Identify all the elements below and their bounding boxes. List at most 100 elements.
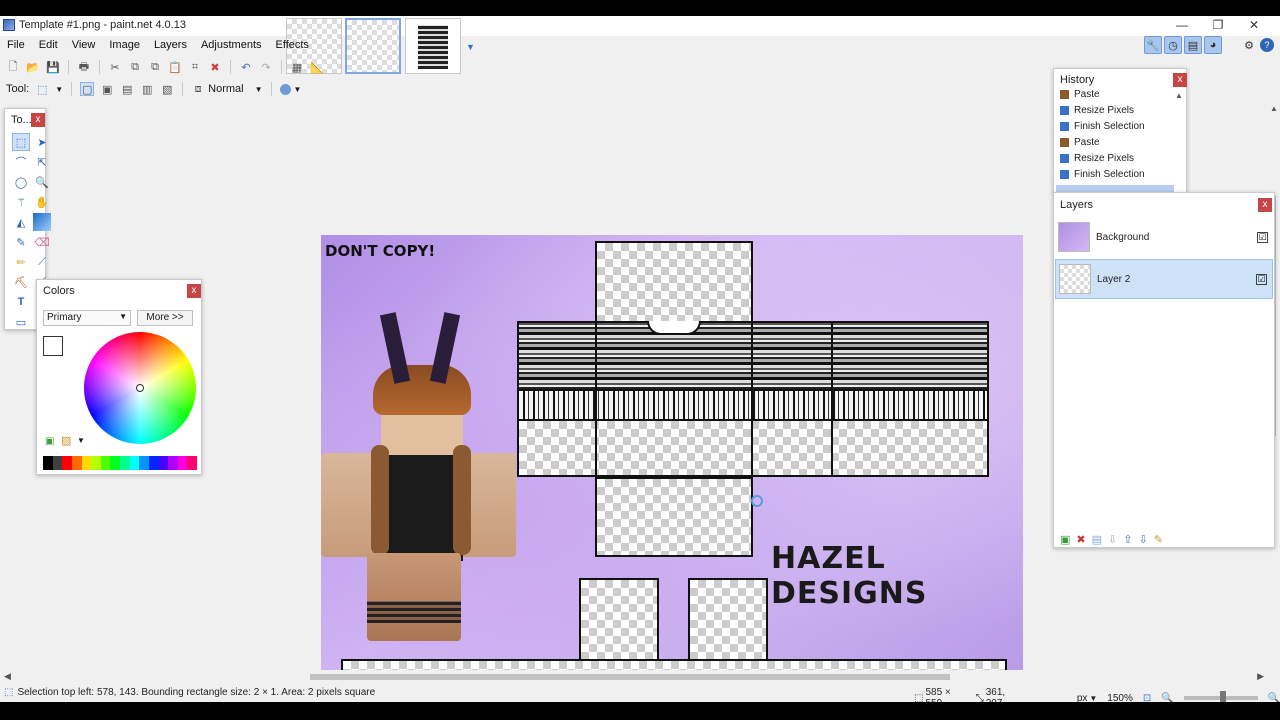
scroll-left-icon[interactable]: ◀ xyxy=(4,671,11,682)
menu-layers[interactable]: Layers xyxy=(147,37,194,55)
image-canvas[interactable]: DON'T COPY! HAZEL DESIGNS xyxy=(321,235,1023,685)
selection-mode-replace-icon[interactable]: ▢ xyxy=(80,82,95,96)
palette-icon[interactable]: ▨ xyxy=(61,434,71,447)
redo-icon[interactable]: ↷ xyxy=(259,60,273,74)
menu-view[interactable]: View xyxy=(65,37,103,55)
image-thumbnail-template[interactable] xyxy=(345,18,401,74)
palette-swatch[interactable] xyxy=(158,456,169,470)
palette-swatch[interactable] xyxy=(43,456,53,470)
crop-icon[interactable]: ⌗ xyxy=(188,60,202,74)
layer-row-layer-2[interactable]: Layer 2 ☑ xyxy=(1055,259,1273,299)
palette-swatch[interactable] xyxy=(168,456,178,470)
move-selection-tool-icon[interactable]: ➤ xyxy=(33,133,51,151)
selection-mode-exclude-icon[interactable]: ▤ xyxy=(120,82,134,96)
minimize-button[interactable]: — xyxy=(1164,17,1200,35)
chevron-down-icon[interactable]: ▼ xyxy=(77,436,85,445)
history-item[interactable]: Paste xyxy=(1060,89,1100,100)
palette-swatch[interactable] xyxy=(177,456,188,470)
cut-icon[interactable]: ✂ xyxy=(108,60,122,74)
zoom-tool-icon[interactable]: 🔍 xyxy=(33,173,51,191)
ellipse-select-tool-icon[interactable]: ◯ xyxy=(12,173,30,191)
chevron-down-icon[interactable]: ▼ xyxy=(55,85,63,94)
colors-window-close-button[interactable]: x xyxy=(187,284,201,298)
thumbnail-dropdown-icon[interactable]: ▼ xyxy=(466,42,475,52)
history-item[interactable]: Resize Pixels xyxy=(1060,105,1134,116)
history-window-close-button[interactable]: x xyxy=(1173,73,1187,87)
color-wheel-picker[interactable] xyxy=(136,384,144,392)
history-window-toggle-icon[interactable]: ◷ xyxy=(1164,36,1182,54)
rectangle-select-icon[interactable]: ⬚ xyxy=(35,82,49,96)
text-tool-icon[interactable]: T xyxy=(12,293,30,311)
shapes-tool-icon[interactable]: ▭ xyxy=(12,313,30,331)
magic-wand-tool-icon[interactable]: ⚚ xyxy=(12,193,30,211)
palette-swatch[interactable] xyxy=(148,456,159,470)
blend-mode-select[interactable]: ⧈ Normal ▼ xyxy=(191,82,263,96)
menu-effects[interactable]: Effects xyxy=(269,37,316,55)
color-palette[interactable] xyxy=(43,456,197,470)
palette-swatch[interactable] xyxy=(71,456,82,470)
layers-window-close-button[interactable]: x xyxy=(1258,198,1272,212)
palette-swatch[interactable] xyxy=(91,456,101,470)
layers-window-toggle-icon[interactable]: ▤ xyxy=(1184,36,1202,54)
tools-window-close-button[interactable]: x xyxy=(31,113,45,127)
tools-window-toggle-icon[interactable]: 🔧 xyxy=(1144,36,1162,54)
pan-tool-icon[interactable]: ✋ xyxy=(33,193,51,211)
color-picker-tool-icon[interactable]: ⟋ xyxy=(33,253,51,271)
selection-mode-union-icon[interactable]: ▣ xyxy=(100,82,114,96)
palette-swatch[interactable] xyxy=(120,456,130,470)
menu-image[interactable]: Image xyxy=(102,37,147,55)
selection-mode-intersect-icon[interactable]: ▥ xyxy=(140,82,154,96)
scroll-right-icon[interactable]: ▶ xyxy=(1257,671,1264,682)
menu-file[interactable]: File xyxy=(0,37,32,55)
paste-icon[interactable]: 📋 xyxy=(168,60,182,74)
lasso-select-tool-icon[interactable]: ⌒ xyxy=(12,153,30,171)
help-icon[interactable]: ? xyxy=(1260,38,1274,52)
history-item[interactable]: Paste xyxy=(1060,137,1100,148)
settings-icon[interactable]: ⚙ xyxy=(1240,36,1258,54)
history-item[interactable]: Finish Selection xyxy=(1060,121,1145,132)
add-color-icon[interactable]: ▣ xyxy=(45,436,54,447)
undo-icon[interactable]: ↶ xyxy=(239,60,253,74)
selection-mode-invert-icon[interactable]: ▧ xyxy=(160,82,174,96)
save-icon[interactable]: 💾 xyxy=(46,60,60,74)
copy-merged-icon[interactable]: ⧉ xyxy=(148,60,162,74)
color-mode-select[interactable]: Primary ▼ xyxy=(43,310,131,326)
layer-row-background[interactable]: Background ☑ xyxy=(1055,217,1273,257)
color-wheel[interactable] xyxy=(84,332,196,444)
palette-swatch[interactable] xyxy=(139,456,149,470)
deselect-icon[interactable]: ✖ xyxy=(208,60,222,74)
zoom-slider-knob[interactable] xyxy=(1219,691,1226,702)
unit-select[interactable]: px xyxy=(1077,693,1088,703)
open-icon[interactable]: 📂 xyxy=(26,60,40,74)
horizontal-scroll-thumb[interactable] xyxy=(310,674,950,680)
layer-visibility-checkbox[interactable]: ☑ xyxy=(1257,231,1268,243)
palette-swatch[interactable] xyxy=(129,456,140,470)
grid-icon[interactable]: ▦ xyxy=(290,60,304,74)
more-colors-button[interactable]: More >> xyxy=(137,310,193,326)
pencil-tool-icon[interactable]: ✏ xyxy=(12,253,30,271)
ruler-icon[interactable]: 📐 xyxy=(310,60,324,74)
zoom-level[interactable]: 150% xyxy=(1107,693,1133,703)
close-button[interactable]: ✕ xyxy=(1236,17,1272,35)
new-icon[interactable]: 🗋 xyxy=(6,60,20,74)
rectangle-select-tool-icon[interactable]: ⬚ xyxy=(12,133,30,151)
copy-icon[interactable]: ⧉ xyxy=(128,60,142,74)
zoom-slider[interactable] xyxy=(1183,691,1258,702)
palette-swatch[interactable] xyxy=(52,456,63,470)
add-layer-icon[interactable]: ▣ xyxy=(1060,533,1070,546)
move-layer-up-icon[interactable]: ⇧ xyxy=(1123,533,1132,546)
maximize-button[interactable]: ❐ xyxy=(1200,17,1236,35)
colors-window-toggle-icon[interactable]: ◕ xyxy=(1204,36,1222,54)
chevron-down-icon[interactable]: ▼ xyxy=(1089,694,1097,703)
gradient-tool-icon[interactable] xyxy=(33,213,51,231)
eraser-tool-icon[interactable]: ⌫ xyxy=(33,233,51,251)
image-thumbnail-sweater[interactable] xyxy=(405,18,461,74)
scroll-up-icon[interactable]: ▲ xyxy=(1270,104,1278,113)
zoom-fit-icon[interactable]: ⊡ xyxy=(1143,693,1151,703)
move-layer-down-icon[interactable]: ⇩ xyxy=(1138,533,1147,546)
print-icon[interactable]: 🖶 xyxy=(77,60,91,74)
delete-layer-icon[interactable]: ✖ xyxy=(1076,533,1085,546)
menu-adjustments[interactable]: Adjustments xyxy=(194,37,269,55)
menu-edit[interactable]: Edit xyxy=(32,37,65,55)
history-item[interactable]: Resize Pixels xyxy=(1060,153,1134,164)
